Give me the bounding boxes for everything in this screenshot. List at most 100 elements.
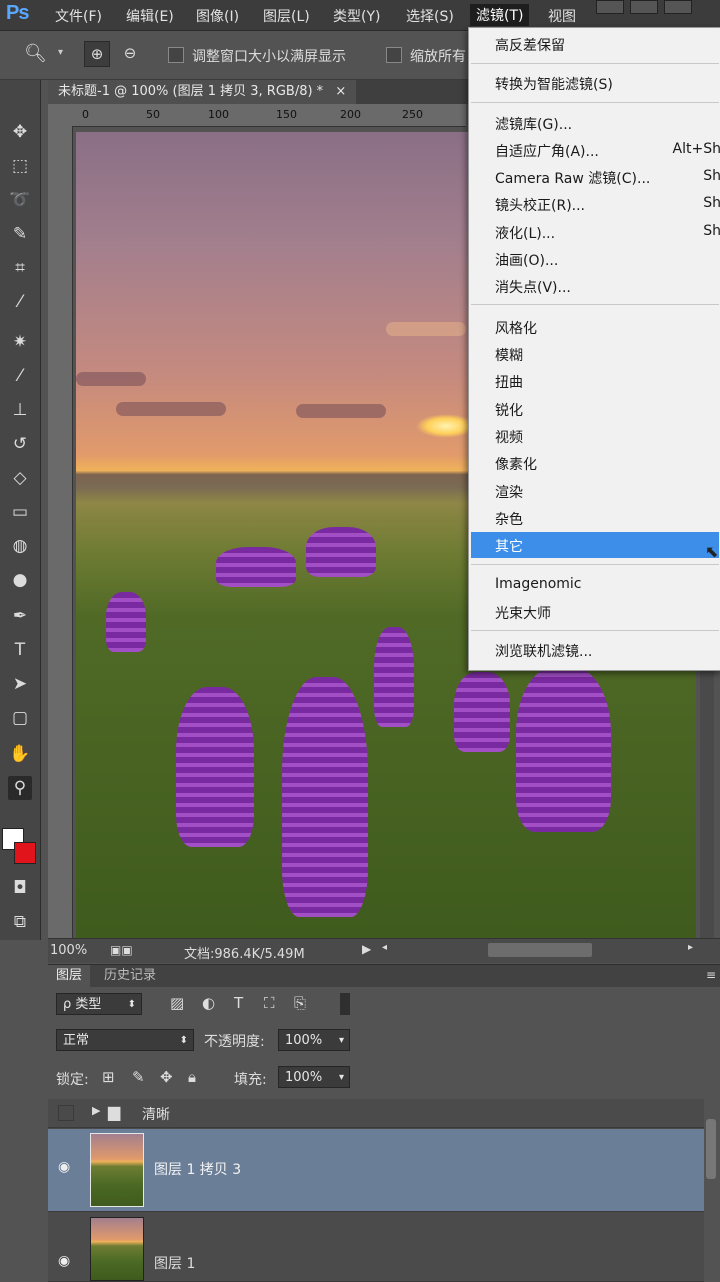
menu-item-browse-online[interactable]: 浏览联机滤镜...: [495, 641, 592, 661]
minimize-button[interactable]: [596, 0, 624, 14]
close-tab-icon[interactable]: ×: [335, 84, 346, 99]
chevron-down-icon[interactable]: ▾: [339, 1030, 344, 1052]
eye-icon[interactable]: ◉: [58, 1253, 70, 1269]
layer-row[interactable]: ◉ 图层 1: [48, 1213, 704, 1282]
crop-tool-icon[interactable]: ⌗: [8, 256, 32, 280]
scroll-right-icon[interactable]: ▸: [688, 942, 693, 953]
layer-name: 图层 1 拷贝 3: [154, 1162, 242, 1178]
menu-item-high-pass[interactable]: 高反差保留: [495, 35, 565, 55]
status-icon[interactable]: ▣▣: [110, 943, 133, 957]
type-tool-icon[interactable]: T: [8, 638, 32, 662]
menu-image[interactable]: 图像(I): [196, 6, 239, 26]
background-color-swatch[interactable]: [14, 842, 36, 864]
visibility-toggle[interactable]: [58, 1105, 74, 1121]
chevron-down-icon[interactable]: ▾: [339, 1067, 344, 1089]
status-bar: 100% ▣▣ 文档:986.4K/5.49M ▶ ◂ ▸: [48, 938, 720, 963]
blur-tool-icon[interactable]: ◍: [8, 534, 32, 558]
status-menu-arrow-icon[interactable]: ▶: [362, 942, 371, 956]
menu-item-vanishing-point[interactable]: 消失点(V)...: [495, 277, 571, 297]
fill-field[interactable]: 100% ▾: [278, 1066, 350, 1088]
lock-pixels-icon[interactable]: ✎: [132, 1068, 145, 1086]
menu-file[interactable]: 文件(F): [55, 6, 102, 26]
menu-view[interactable]: 视图: [548, 6, 576, 26]
horizontal-scrollbar-thumb[interactable]: [488, 943, 592, 957]
zoom-tool-icon[interactable]: 🔍︎: [24, 43, 47, 64]
ruler-tick: 50: [146, 108, 160, 121]
filter-smart-object-icon[interactable]: ⎘: [294, 994, 306, 1012]
menu-layer[interactable]: 图层(L): [263, 6, 310, 26]
scroll-left-icon[interactable]: ◂: [382, 942, 387, 953]
screen-mode-icon[interactable]: ⧉: [8, 910, 32, 934]
layer-name: 清晰: [142, 1107, 170, 1123]
layer-group-row[interactable]: ▶ ▆ 清晰: [48, 1099, 704, 1128]
menu-filter[interactable]: 滤镜(T): [470, 4, 530, 26]
menu-edit[interactable]: 编辑(E): [126, 6, 174, 26]
zoom-out-icon[interactable]: ⊖: [118, 41, 142, 65]
menu-type[interactable]: 类型(Y): [333, 6, 380, 26]
quick-select-tool-icon[interactable]: ✎: [8, 222, 32, 246]
zoom-level[interactable]: 100%: [50, 943, 87, 958]
menu-item-filter-gallery[interactable]: 滤镜库(G)...: [495, 114, 572, 134]
document-tab[interactable]: 未标题-1 @ 100% (图层 1 拷贝 3, RGB/8) * ×: [48, 80, 357, 104]
maximize-button[interactable]: [630, 0, 658, 14]
healing-brush-tool-icon[interactable]: ✷: [8, 330, 32, 354]
lock-all-icon[interactable]: 🔒︎: [188, 1068, 196, 1086]
filter-shape-icon[interactable]: ⛶: [264, 994, 275, 1012]
layer-filter-select[interactable]: ρ 类型 ⬍: [56, 993, 142, 1015]
opacity-field[interactable]: 100% ▾: [278, 1029, 350, 1051]
eye-icon[interactable]: ◉: [58, 1159, 70, 1175]
zoom-in-icon[interactable]: ⊕: [84, 41, 110, 67]
tab-history[interactable]: 历史记录: [96, 965, 164, 987]
menu-item-video[interactable]: 视频: [495, 427, 523, 447]
menu-item-distort[interactable]: 扭曲: [495, 372, 523, 392]
zoom-all-checkbox[interactable]: [386, 47, 402, 63]
quick-mask-icon[interactable]: ◘: [8, 876, 32, 900]
layer-row-selected[interactable]: ◉ 图层 1 拷贝 3: [48, 1129, 704, 1212]
menu-item-oil-paint[interactable]: 油画(O)...: [495, 250, 558, 270]
menu-item-sharpen[interactable]: 锐化: [495, 400, 523, 420]
dodge-tool-icon[interactable]: ●: [8, 568, 32, 592]
expand-arrow-icon[interactable]: ▶: [92, 1104, 100, 1117]
zoom-tool-icon[interactable]: ⚲: [8, 776, 32, 800]
filter-toggle[interactable]: [340, 993, 350, 1015]
menu-item-camera-raw[interactable]: Camera Raw 滤镜(C)...: [495, 168, 650, 188]
filter-adjustment-icon[interactable]: ◐: [202, 994, 215, 1012]
brush-tool-icon[interactable]: ⁄: [8, 364, 32, 388]
menu-item-noise[interactable]: 杂色: [495, 509, 523, 529]
pen-tool-icon[interactable]: ✒: [8, 604, 32, 628]
eyedropper-tool-icon[interactable]: ⁄: [8, 290, 32, 314]
hand-tool-icon[interactable]: ✋: [8, 742, 32, 766]
marquee-tool-icon[interactable]: ⬚: [8, 154, 32, 178]
menu-item-other[interactable]: 其它: [495, 536, 523, 556]
panel-menu-icon[interactable]: ≡: [706, 968, 716, 982]
menu-select[interactable]: 选择(S): [406, 6, 454, 26]
eraser-tool-icon[interactable]: ◇: [8, 466, 32, 490]
gradient-tool-icon[interactable]: ▭: [8, 500, 32, 524]
move-tool-icon[interactable]: ✥: [8, 120, 32, 144]
clone-stamp-tool-icon[interactable]: ⊥: [8, 398, 32, 422]
lasso-tool-icon[interactable]: ➰: [8, 188, 32, 212]
filter-type-icon[interactable]: T: [234, 994, 243, 1012]
tab-layers[interactable]: 图层: [48, 965, 91, 987]
close-window-button[interactable]: [664, 0, 692, 14]
lock-transparent-icon[interactable]: ⊞: [102, 1068, 115, 1086]
menu-item-render[interactable]: 渲染: [495, 482, 523, 502]
menu-item-lens-correction[interactable]: 镜头校正(R)...: [495, 195, 585, 215]
menu-item-light-beam[interactable]: 光束大师: [495, 603, 551, 623]
layer-list-scrollbar[interactable]: [706, 1119, 716, 1179]
filter-pixel-icon[interactable]: ▨: [170, 994, 184, 1012]
menu-item-blur[interactable]: 模糊: [495, 345, 523, 365]
menu-item-stylize[interactable]: 风格化: [495, 318, 537, 338]
path-select-tool-icon[interactable]: ➤: [8, 672, 32, 696]
fit-window-checkbox[interactable]: [168, 47, 184, 63]
menu-item-adaptive-wide-angle[interactable]: 自适应广角(A)...: [495, 141, 599, 161]
menu-item-pixelate[interactable]: 像素化: [495, 454, 537, 474]
menu-item-liquify[interactable]: 液化(L)...: [495, 223, 555, 243]
history-brush-tool-icon[interactable]: ↺: [8, 432, 32, 456]
menu-item-convert-smart-filter[interactable]: 转换为智能滤镜(S): [495, 74, 613, 94]
menu-item-imagenomic[interactable]: Imagenomic: [495, 576, 582, 592]
shape-tool-icon[interactable]: ▢: [8, 706, 32, 730]
lock-position-icon[interactable]: ✥: [160, 1068, 173, 1086]
chevron-down-icon[interactable]: ▾: [58, 47, 63, 58]
blend-mode-select[interactable]: 正常 ⬍: [56, 1029, 194, 1051]
